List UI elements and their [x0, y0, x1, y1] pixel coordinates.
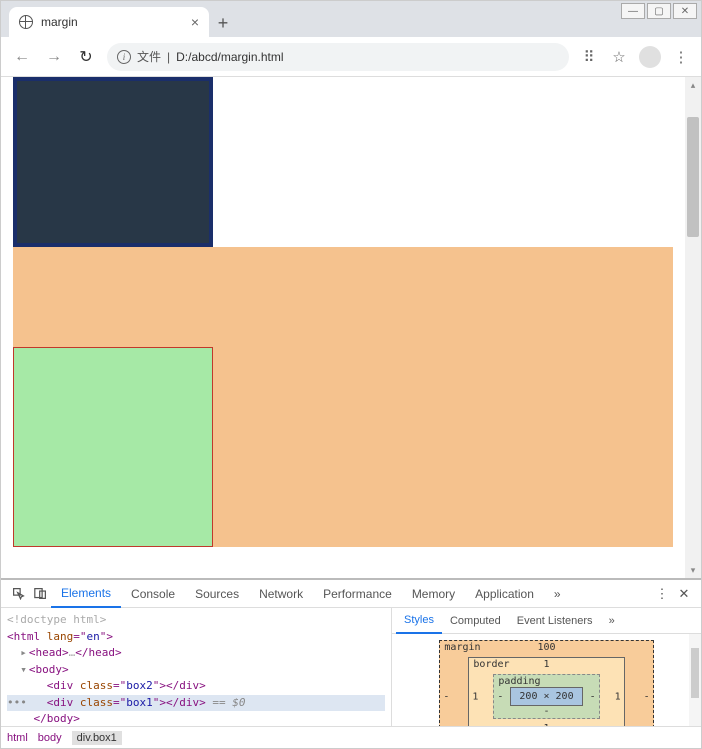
window-maximize[interactable]: ▢ [647, 3, 671, 19]
tab-application[interactable]: Application [465, 580, 544, 608]
tab-console[interactable]: Console [121, 580, 185, 608]
viewport: ▴ ▾ [1, 77, 701, 578]
back-button[interactable]: ← [11, 46, 33, 68]
devtools-tabs: Elements Console Sources Network Perform… [1, 580, 701, 608]
forward-button[interactable]: → [43, 46, 65, 68]
browser-tab[interactable]: margin × [9, 7, 209, 37]
crumb-selected[interactable]: div.box1 [72, 731, 122, 745]
tabs-overflow[interactable]: » [544, 580, 571, 608]
crumb-html[interactable]: html [7, 732, 28, 744]
url-text: D:/abcd/margin.html [176, 50, 283, 64]
page-content [1, 77, 685, 578]
tab-strip: margin × + [1, 1, 701, 37]
devtools-menu-icon[interactable]: ⋮ [651, 586, 673, 602]
breadcrumb: html body div.box1 [1, 726, 701, 748]
box-model-content: 200 × 200 [510, 687, 582, 706]
crumb-body[interactable]: body [38, 732, 62, 744]
translate-icon[interactable]: ⠿ [579, 47, 599, 67]
scroll-up-icon[interactable]: ▴ [685, 77, 701, 93]
device-icon[interactable] [29, 587, 51, 600]
devtools: Elements Console Sources Network Perform… [1, 578, 701, 748]
inspect-icon[interactable] [7, 587, 29, 600]
dom-tree[interactable]: <!doctype html> <html lang="en"> ▸<head>… [1, 608, 391, 726]
bookmark-icon[interactable]: ☆ [609, 47, 629, 67]
scroll-thumb[interactable] [687, 117, 699, 237]
close-icon[interactable]: × [191, 14, 199, 30]
orange-area [13, 247, 673, 547]
devtools-side: Styles Computed Event Listeners » margin… [391, 608, 701, 726]
scroll-down-icon[interactable]: ▾ [685, 562, 701, 578]
tab-network[interactable]: Network [249, 580, 313, 608]
selected-element: ••• <div class="box1"></div> == $0 [7, 695, 385, 712]
devtools-close-icon[interactable]: ✕ [673, 586, 695, 602]
globe-icon [19, 15, 33, 29]
url-scheme-label: 文件 [137, 48, 161, 65]
tab-memory[interactable]: Memory [402, 580, 465, 608]
tab-performance[interactable]: Performance [313, 580, 402, 608]
address-bar[interactable]: i 文件 | D:/abcd/margin.html [107, 43, 569, 71]
side-scrollbar[interactable] [689, 634, 701, 726]
box-model[interactable]: margin 100 - - - border 1 1 1 1 paddin [392, 634, 701, 726]
menu-icon[interactable]: ⋮ [671, 47, 691, 67]
reload-button[interactable]: ↻ [75, 46, 97, 68]
vertical-scrollbar[interactable]: ▴ ▾ [685, 77, 701, 578]
subtabs-overflow[interactable]: » [601, 608, 623, 634]
subtab-styles[interactable]: Styles [396, 608, 442, 634]
window-minimize[interactable]: — [621, 3, 645, 19]
info-icon[interactable]: i [117, 50, 131, 64]
toolbar: ← → ↻ i 文件 | D:/abcd/margin.html ⠿ ☆ ⋮ [1, 37, 701, 77]
subtab-listeners[interactable]: Event Listeners [509, 608, 601, 634]
new-tab-button[interactable]: + [209, 9, 237, 37]
window-close[interactable]: ✕ [673, 3, 697, 19]
avatar[interactable] [639, 46, 661, 68]
box1 [13, 347, 213, 547]
tab-sources[interactable]: Sources [185, 580, 249, 608]
tab-title: margin [41, 15, 183, 29]
tab-elements[interactable]: Elements [51, 580, 121, 608]
box2 [13, 77, 213, 247]
subtab-computed[interactable]: Computed [442, 608, 509, 634]
